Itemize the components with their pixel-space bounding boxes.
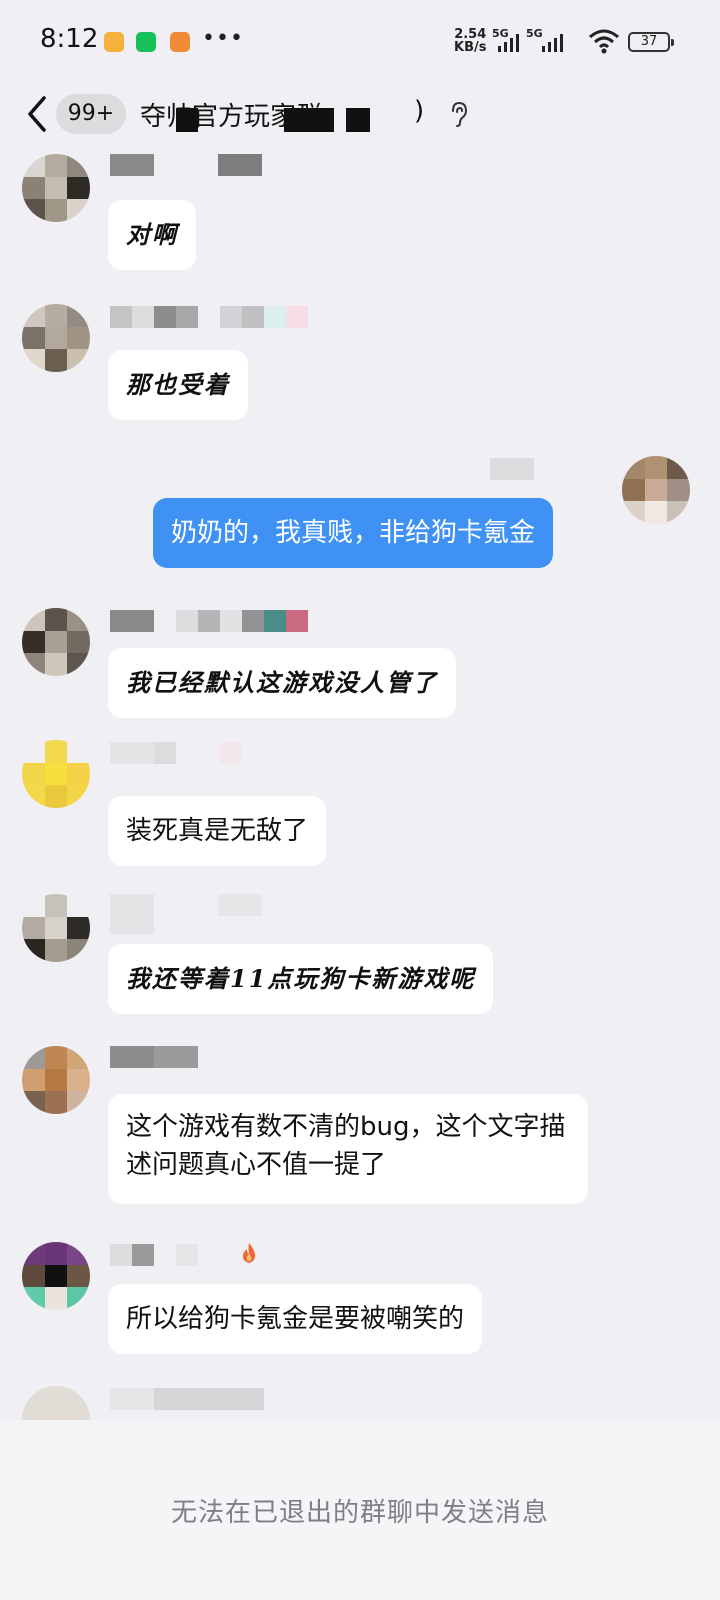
wifi-icon [589, 29, 619, 54]
chat-screen: 8:12 ••• 2.54 KB/s 5G 5G 37 99+ 夺帅官方玩家群 [0, 0, 720, 1600]
status-bar: 8:12 ••• 2.54 KB/s 5G 5G 37 [0, 0, 720, 84]
avatar[interactable] [22, 894, 90, 962]
title-redaction [284, 108, 334, 132]
my-message-bubble[interactable]: 奶奶的，我真贱，非给狗卡氪金 [153, 498, 554, 568]
message-bubble[interactable]: 那也受着 [108, 350, 248, 420]
message-bubble[interactable]: 对啊 [108, 200, 196, 270]
message-bubble[interactable]: 这个游戏有数不清的bug，这个文字描述问题真心不值一提了 [108, 1094, 588, 1204]
unread-count-badge[interactable]: 99+ [56, 94, 126, 134]
avatar[interactable] [22, 154, 90, 222]
group-title-suffix: ) [414, 96, 425, 126]
sender-name-redacted [110, 1244, 198, 1266]
more-notifications-icon: ••• [202, 26, 244, 51]
input-disabled-area: 无法在已退出的群聊中发送消息 [0, 1420, 720, 1600]
back-arrow-icon[interactable] [22, 94, 52, 134]
message-bubble[interactable]: 我还等着11点玩狗卡新游戏呢 [108, 944, 494, 1014]
status-time: 8:12 [40, 24, 99, 54]
avatar[interactable] [22, 740, 90, 808]
avatar[interactable] [22, 1386, 90, 1420]
my-name-redacted [490, 458, 534, 480]
app-notification-icon [170, 32, 190, 52]
battery-icon: 37 [628, 32, 674, 52]
avatar[interactable] [22, 304, 90, 372]
sender-name-redacted [110, 154, 262, 176]
fire-badge-icon [242, 1243, 256, 1263]
sender-name-redacted [110, 1046, 198, 1068]
avatar[interactable] [22, 1242, 90, 1310]
message-bubble[interactable]: 装死真是无敌了 [108, 796, 327, 866]
my-avatar[interactable] [622, 456, 690, 524]
avatar[interactable] [22, 608, 90, 676]
sender-name-redacted [110, 1388, 264, 1410]
sender-name-redacted [110, 742, 242, 764]
messages-notification-icon [104, 32, 124, 52]
avatar[interactable] [22, 1046, 90, 1114]
network-speed: 2.54 KB/s [454, 27, 487, 55]
title-redaction [176, 108, 198, 132]
chat-header: 99+ 夺帅官方玩家群 ) [0, 84, 720, 154]
wechat-notification-icon [136, 32, 156, 52]
title-redaction [346, 108, 370, 132]
signal-icon-2 [540, 32, 566, 52]
sender-name-redacted [110, 306, 308, 328]
cannot-send-notice: 无法在已退出的群聊中发送消息 [170, 1498, 549, 1528]
message-bubble[interactable]: 所以给狗卡氪金是要被嘲笑的 [108, 1284, 483, 1354]
sender-name-redacted [110, 610, 308, 632]
sender-name-redacted [110, 894, 262, 934]
signal-icon-1 [496, 32, 522, 52]
message-list[interactable]: 对啊 那也受着 奶奶的，我真贱，非给狗卡氪金 我已经默认这游戏没人管了 装死真是… [0, 154, 720, 1420]
ear-mode-icon [452, 101, 468, 127]
message-bubble[interactable]: 我已经默认这游戏没人管了 [108, 648, 456, 718]
